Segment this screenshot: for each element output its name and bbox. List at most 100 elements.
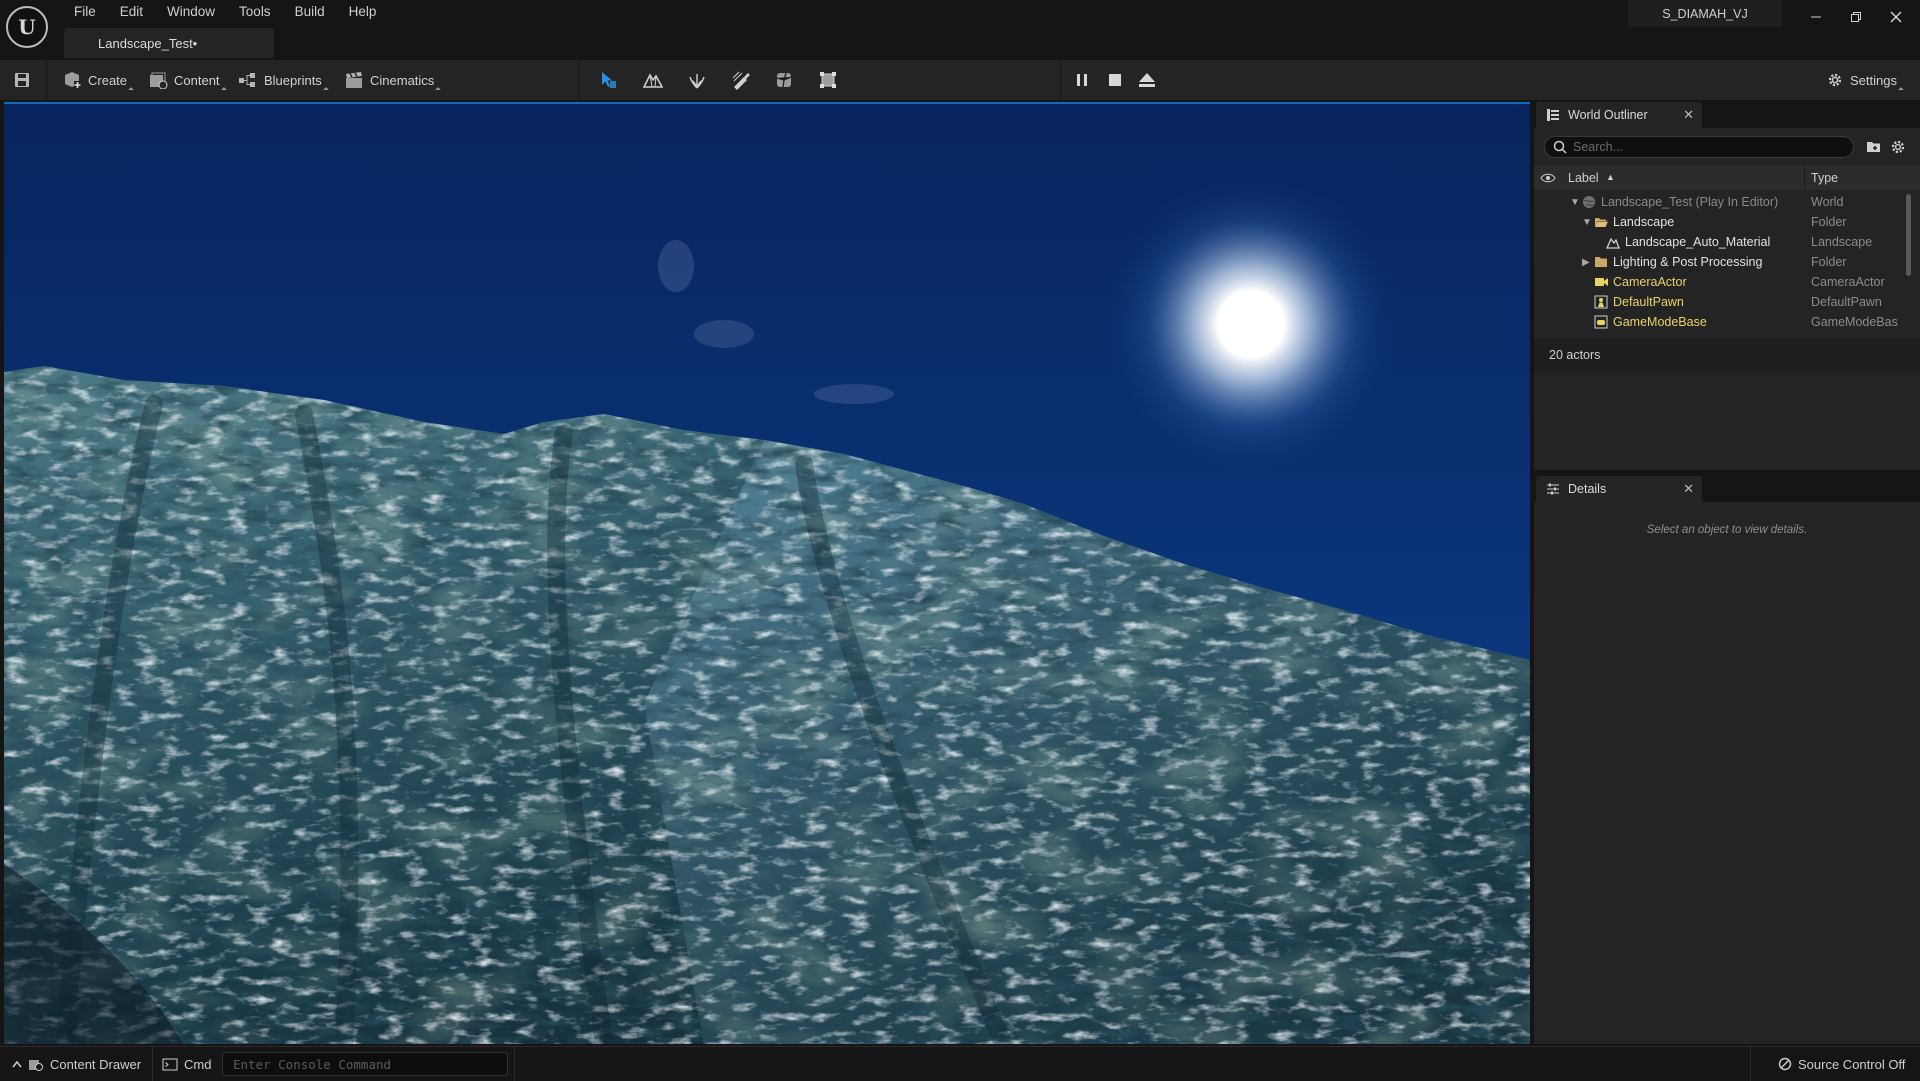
outliner-icon	[1547, 109, 1559, 121]
blueprints-icon	[239, 73, 255, 87]
content-drawer-button[interactable]: Content Drawer	[12, 1047, 141, 1081]
menu-window[interactable]: Window	[155, 2, 227, 21]
row-label: Landscape_Auto_Material	[1625, 235, 1771, 249]
level-tab-label: Landscape_Test•	[98, 35, 198, 51]
cinematics-label: Cinematics	[370, 72, 435, 88]
row-type: GameModeBas	[1811, 315, 1898, 329]
row-type: World	[1811, 195, 1844, 209]
outliner-row-cameraactor[interactable]: CameraActor CameraActor	[1534, 272, 1900, 292]
content-drawer-icon	[29, 1060, 43, 1071]
gamemode-icon	[1594, 315, 1608, 329]
row-label: Lighting & Post Processing	[1613, 255, 1763, 269]
outliner-search-input[interactable]: Search...	[1544, 136, 1854, 158]
actor-count: 20 actors	[1534, 338, 1920, 372]
search-placeholder: Search...	[1573, 140, 1624, 154]
outliner-scrollbar[interactable]	[1906, 194, 1911, 276]
outliner-row-world[interactable]: ▼ Landscape_Test (Play In Editor) World	[1534, 192, 1900, 212]
geometry-mode-icon[interactable]	[816, 68, 840, 92]
restore-icon[interactable]	[1836, 0, 1876, 33]
outliner-settings-icon[interactable]	[1890, 139, 1906, 158]
outliner-row-gamemodebase[interactable]: GameModeBase GameModeBas	[1534, 312, 1900, 332]
source-control-button[interactable]: Source Control Off	[1778, 1047, 1905, 1081]
create-icon	[65, 72, 81, 88]
level-viewport[interactable]	[4, 102, 1530, 1044]
menu-tools[interactable]: Tools	[227, 2, 283, 21]
select-mode-icon[interactable]	[596, 68, 620, 92]
landscape-mode-icon[interactable]	[641, 68, 665, 92]
create-label: Create	[88, 72, 128, 88]
save-icon[interactable]	[10, 68, 34, 92]
source-control-off-icon	[1778, 1057, 1792, 1071]
details-tab[interactable]: Details ✕	[1536, 476, 1702, 502]
menu-file[interactable]: File	[62, 2, 108, 21]
sort-ascending-icon: ▲	[1606, 172, 1615, 182]
content-button[interactable]: Content	[148, 66, 227, 94]
close-icon[interactable]	[1876, 0, 1916, 33]
landscape-icon	[1606, 237, 1620, 249]
menu-help[interactable]: Help	[337, 2, 389, 21]
close-tab-icon[interactable]: ✕	[1683, 107, 1694, 123]
row-type: Folder	[1811, 255, 1847, 269]
row-type: DefaultPawn	[1811, 295, 1882, 309]
close-tab-icon[interactable]: ✕	[1683, 481, 1694, 497]
row-label: Landscape_Test (Play In Editor)	[1601, 195, 1779, 209]
cinematics-button[interactable]: Cinematics	[344, 66, 442, 94]
world-outliner-tab[interactable]: World Outliner ✕	[1536, 102, 1702, 128]
fracture-mode-icon[interactable]	[772, 68, 796, 92]
sun	[1101, 174, 1401, 474]
create-button[interactable]: Create	[62, 66, 134, 94]
details-title: Details	[1568, 482, 1607, 496]
cmd-label: Cmd	[184, 1056, 212, 1072]
visibility-eye-icon[interactable]	[1540, 173, 1556, 183]
settings-label: Settings	[1850, 72, 1897, 88]
row-label: Landscape	[1613, 215, 1675, 229]
gear-icon	[1828, 73, 1842, 87]
row-type: Landscape	[1811, 235, 1873, 249]
column-type-header[interactable]: Type	[1811, 171, 1838, 185]
settings-button[interactable]: Settings	[1826, 66, 1904, 94]
foliage-mode-icon[interactable]	[685, 68, 709, 92]
world-outliner-title: World Outliner	[1568, 108, 1648, 122]
main-toolbar: Create Content Blueprints Cinematics Set…	[0, 60, 1920, 100]
column-label-header[interactable]: Label	[1568, 171, 1599, 185]
unreal-logo-icon[interactable]: U	[6, 6, 48, 48]
collapse-arrow-icon[interactable]: ▶	[1582, 257, 1590, 268]
chevron-up-icon	[12, 1060, 22, 1068]
minimize-icon[interactable]	[1796, 0, 1836, 33]
outliner-row-defaultpawn[interactable]: DefaultPawn DefaultPawn	[1534, 292, 1900, 312]
world-outliner: Search... Label ▲ Type ▼ Landscape_Test …	[1534, 128, 1920, 470]
details-icon	[1547, 483, 1559, 495]
pause-icon[interactable]	[1070, 68, 1094, 92]
status-bar: Content Drawer Cmd Enter Console Command…	[0, 1046, 1920, 1081]
row-label: CameraActor	[1613, 275, 1687, 289]
world-icon	[1583, 196, 1595, 208]
expand-arrow-icon[interactable]: ▼	[1582, 217, 1592, 228]
stop-icon[interactable]	[1103, 68, 1127, 92]
add-folder-icon[interactable]	[1866, 139, 1882, 156]
cmd-button[interactable]: Cmd	[162, 1047, 211, 1081]
expand-arrow-icon[interactable]: ▼	[1570, 197, 1580, 208]
menu-edit[interactable]: Edit	[108, 2, 155, 21]
outliner-row-landscape-folder[interactable]: ▼ Landscape Folder	[1534, 212, 1900, 232]
title-bar: U File Edit Window Tools Build Help Land…	[0, 0, 1920, 60]
clapperboard-icon	[346, 72, 362, 88]
details-empty-message: Select an object to view details.	[1646, 524, 1808, 536]
main-menu: File Edit Window Tools Build Help	[62, 2, 388, 21]
folder-icon	[1595, 257, 1607, 267]
viewport-scene	[4, 104, 1530, 1044]
blueprints-label: Blueprints	[264, 72, 322, 88]
content-label: Content	[174, 72, 220, 88]
outliner-row-lighting-folder[interactable]: ▶ Lighting & Post Processing Folder	[1534, 252, 1900, 272]
level-tab[interactable]: Landscape_Test•	[64, 28, 274, 58]
pawn-icon	[1594, 295, 1608, 309]
menu-build[interactable]: Build	[283, 2, 337, 21]
console-command-input[interactable]: Enter Console Command	[222, 1052, 508, 1076]
row-label: DefaultPawn	[1613, 295, 1684, 309]
eject-icon[interactable]	[1135, 68, 1159, 92]
blueprints-button[interactable]: Blueprints	[238, 66, 329, 94]
console-placeholder: Enter Console Command	[233, 1056, 392, 1072]
mesh-paint-mode-icon[interactable]	[729, 68, 753, 92]
outliner-row-landscape-actor[interactable]: Landscape_Auto_Material Landscape	[1534, 232, 1900, 252]
row-type: CameraActor	[1811, 275, 1885, 289]
source-control-label: Source Control Off	[1798, 1056, 1906, 1072]
